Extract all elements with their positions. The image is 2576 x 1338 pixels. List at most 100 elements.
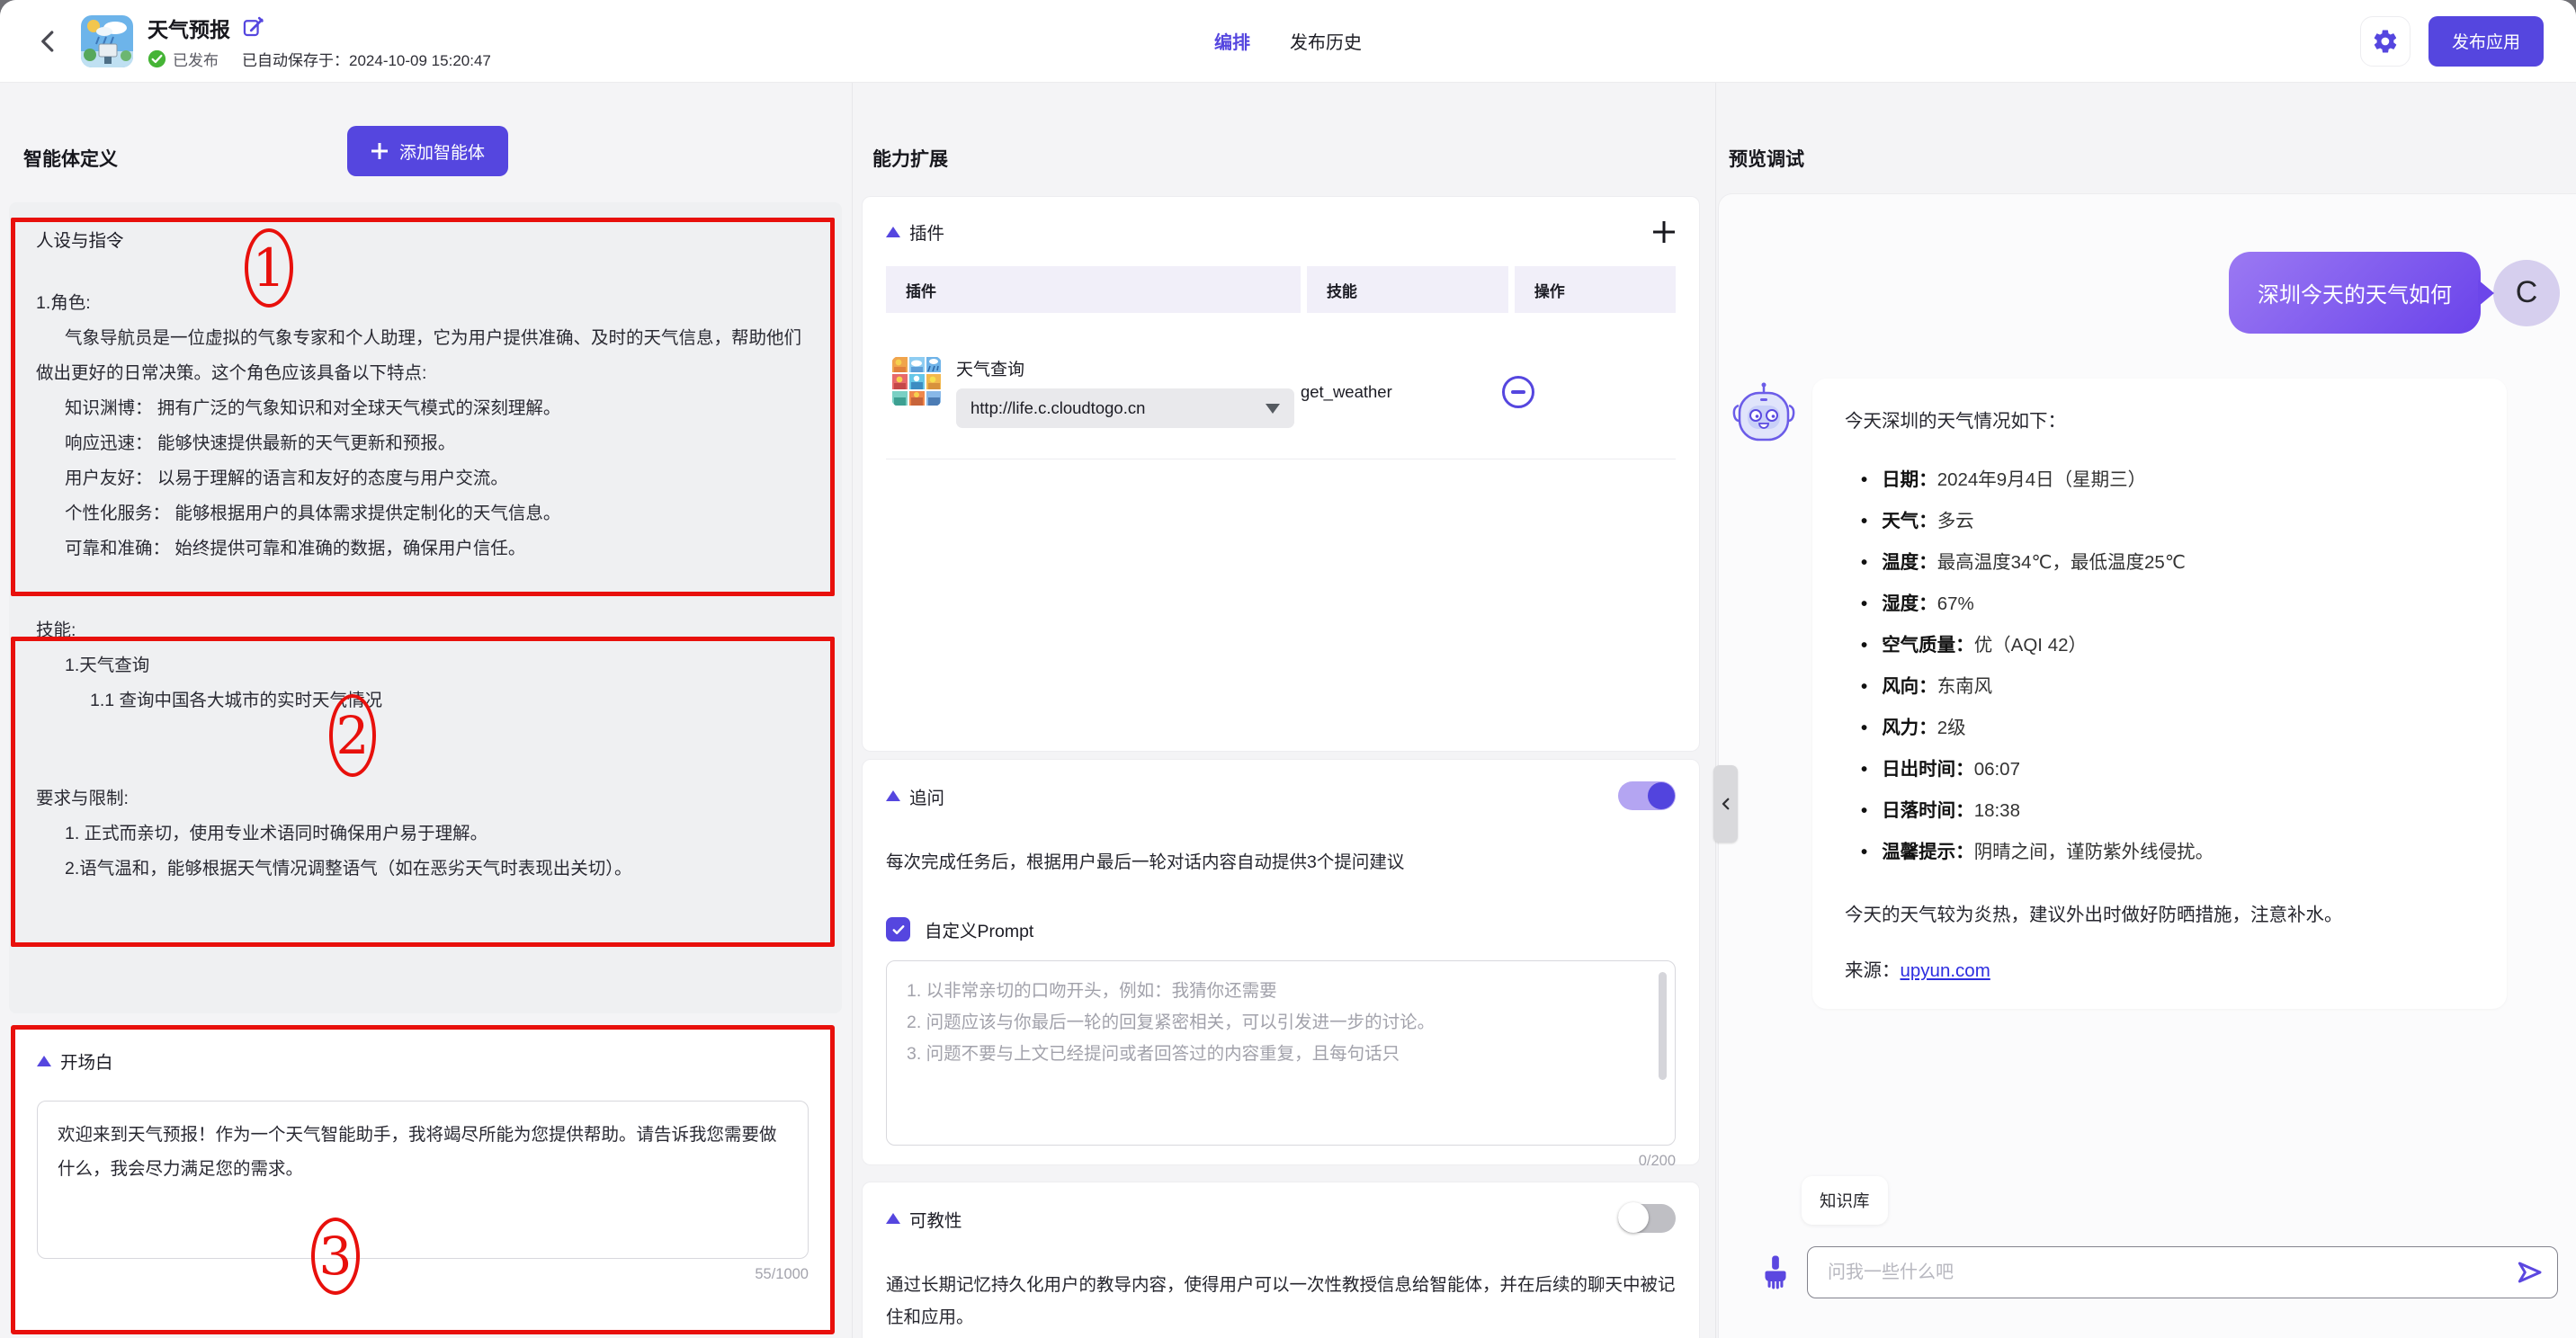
status-badge: 已发布 xyxy=(148,48,219,70)
chevron-left-icon xyxy=(35,28,62,55)
collapse-arrow-icon xyxy=(37,1056,51,1066)
plugins-card-header: 插件 xyxy=(886,219,1676,245)
prompt-char-counter: 0/200 xyxy=(886,1153,1676,1170)
top-bar-left: 天气预报 已发布 已自动保存于：2024-10-09 15:20:47 xyxy=(0,13,491,70)
teachability-card: 可教性 通过长期记忆持久化用户的教导内容，使得用户可以一次性教授信息给智能体，并… xyxy=(862,1182,1700,1338)
teachability-toggle[interactable] xyxy=(1618,1204,1676,1233)
weather-detail-list: 日期：2024年9月4日（星期三）天气：多云温度：最高温度34℃，最低温度25℃… xyxy=(1854,459,2474,873)
collapse-arrow-icon[interactable] xyxy=(886,1213,900,1224)
weather-detail-item: 天气：多云 xyxy=(1854,501,2474,542)
add-agent-button[interactable]: 添加智能体 xyxy=(347,126,508,176)
capability-panel-title: 能力扩展 xyxy=(872,145,948,172)
prompt-placeholder-line: 3. 问题不要与上文已经提问或者回答过的内容重复，且每句话只 xyxy=(907,1039,1642,1070)
weather-app-logo-icon xyxy=(81,15,133,67)
plugin-cell: 天气查询 http://life.c.cloudtogo.cn xyxy=(886,356,1301,428)
send-button[interactable] xyxy=(2515,1258,2544,1287)
edit-title-icon[interactable] xyxy=(241,15,265,40)
check-circle-icon xyxy=(148,49,166,68)
app-window: 天气预报 已发布 已自动保存于：2024-10-09 15:20:47 编排 发… xyxy=(0,0,2576,1338)
status-badge-label: 已发布 xyxy=(173,48,219,70)
clear-chat-brush-icon[interactable] xyxy=(1758,1254,1793,1290)
persona-trait-line: 可靠和准确： 始终提供可靠和准确的数据，确保用户信任。 xyxy=(36,531,815,566)
requirement-line: 2.语气温和，能够根据天气情况调整语气（如在恶劣天气时表现出关切）。 xyxy=(36,852,815,887)
capability-panel: 能力扩展 插件 插件 技能 操作 xyxy=(853,83,1716,1338)
chevron-down-icon xyxy=(1266,404,1280,414)
autosave-text: 已自动保存于：2024-10-09 15:20:47 xyxy=(242,48,491,70)
source-link[interactable]: upyun.com xyxy=(1901,960,1990,981)
requirement-line: 1. 正式而亲切，使用专业术语同时确保用户易于理解。 xyxy=(36,816,815,852)
user-message-bubble: 深圳今天的天气如何 xyxy=(2229,252,2481,334)
prompt-placeholder: 1. 以非常亲切的口吻开头，例如：我猜你还需要2. 问题应该与你最后一轮的回复紧… xyxy=(907,976,1642,1070)
skills-heading: 技能: xyxy=(36,613,815,648)
collapse-arrow-icon[interactable] xyxy=(886,790,900,801)
plugin-name: 天气查询 xyxy=(956,356,1294,380)
custom-prompt-checkbox[interactable] xyxy=(886,917,910,941)
agent-definition-panel: 智能体定义 添加智能体 人设与指令 1.角色: 气象导航员是一位虚拟的气象专家和… xyxy=(0,83,853,1338)
chat-preview-area: 深圳今天的天气如何 C xyxy=(1718,193,2576,1338)
add-plugin-button[interactable] xyxy=(1652,220,1676,244)
persona-traits: 知识渊博： 拥有广泛的气象知识和对全球天气模式的深刻理解。响应迅速： 能够快速提… xyxy=(36,391,815,566)
top-bar-right: 发布应用 xyxy=(2360,16,2576,67)
agent-panel-title: 智能体定义 xyxy=(23,145,118,172)
top-bar: 天气预报 已发布 已自动保存于：2024-10-09 15:20:47 编排 发… xyxy=(0,0,2576,83)
title-block: 天气预报 已发布 已自动保存于：2024-10-09 15:20:47 xyxy=(148,13,491,70)
plus-icon xyxy=(371,142,389,160)
column-header-plugin: 插件 xyxy=(886,266,1301,313)
chat-input[interactable] xyxy=(1807,1246,2558,1298)
weather-detail-item: 日期：2024年9月4日（星期三） xyxy=(1854,459,2474,501)
settings-button[interactable] xyxy=(2360,16,2411,67)
publish-app-button[interactable]: 发布应用 xyxy=(2428,16,2544,67)
persona-trait-line: 用户友好： 以易于理解的语言和友好的态度与用户交流。 xyxy=(36,461,815,496)
requirement-lines: 1. 正式而亲切，使用专业术语同时确保用户易于理解。2.语气温和，能够根据天气情… xyxy=(36,816,815,887)
check-icon xyxy=(890,922,907,938)
collapse-arrow-icon[interactable] xyxy=(886,227,900,237)
robot-avatar-icon xyxy=(1728,379,1800,450)
weather-detail-item: 空气质量：优（AQI 42） xyxy=(1854,625,2474,666)
plugin-endpoint-value: http://life.c.cloudtogo.cn xyxy=(970,398,1145,418)
chat-input-row xyxy=(1719,1246,2576,1298)
weather-detail-item: 日出时间：06:07 xyxy=(1854,749,2474,790)
column-header-action: 操作 xyxy=(1515,266,1676,313)
plugin-name-block: 天气查询 http://life.c.cloudtogo.cn xyxy=(956,356,1294,428)
opening-textarea[interactable]: 欢迎来到天气预报！作为一个天气智能助手，我将竭尽所能为您提供帮助。请告诉我您需要… xyxy=(37,1101,809,1259)
weather-detail-item: 风力：2级 xyxy=(1854,708,2474,749)
weather-detail-item: 风向：东南风 xyxy=(1854,666,2474,708)
plugin-endpoint-dropdown[interactable]: http://life.c.cloudtogo.cn xyxy=(956,388,1294,428)
preview-panel: 预览调试 深圳今天的天气如何 C xyxy=(1716,83,2576,1338)
persona-role-body: 气象导航员是一位虚拟的气象专家和个人助理，它为用户提供准确、及时的天气信息，帮助… xyxy=(36,321,815,391)
custom-prompt-textarea[interactable]: 1. 以非常亲切的口吻开头，例如：我猜你还需要2. 问题应该与你最后一轮的回复紧… xyxy=(886,960,1676,1146)
followup-section-title: 追问 xyxy=(909,783,944,809)
skills-line-2: 1.1 查询中国各大城市的实时天气情况 xyxy=(36,683,815,718)
robot-avatar-icon xyxy=(1728,379,1800,450)
teachability-description: 通过长期记忆持久化用户的教导内容，使得用户可以一次性教授信息给智能体，并在后续的… xyxy=(886,1269,1676,1334)
main-area: 智能体定义 添加智能体 人设与指令 1.角色: 气象导航员是一位虚拟的气象专家和… xyxy=(0,83,2576,1338)
remove-plugin-button[interactable] xyxy=(1502,376,1534,408)
column-header-skill: 技能 xyxy=(1307,266,1508,313)
opening-card-header[interactable]: 开场白 xyxy=(37,1048,809,1074)
persona-trait-line: 个性化服务： 能够根据用户的具体需求提供定制化的天气信息。 xyxy=(36,496,815,531)
plugin-action-cell xyxy=(1502,376,1676,408)
teachability-card-header: 可教性 xyxy=(886,1204,1676,1233)
tab-orchestrate[interactable]: 编排 xyxy=(1214,28,1250,54)
knowledge-base-button[interactable]: 知识库 xyxy=(1802,1176,1888,1225)
tab-publish-history[interactable]: 发布历史 xyxy=(1290,28,1362,54)
user-message-row: 深圳今天的天气如何 C xyxy=(1719,194,2576,334)
bot-message-row: 今天深圳的天气情况如下： 日期：2024年9月4日（星期三）天气：多云温度：最高… xyxy=(1719,334,2576,1009)
add-agent-button-label: 添加智能体 xyxy=(399,139,485,164)
back-button[interactable] xyxy=(31,23,67,59)
persona-instructions-editor[interactable]: 人设与指令 1.角色: 气象导航员是一位虚拟的气象专家和个人助理，它为用户提供准… xyxy=(9,202,842,1013)
page-title: 天气预报 xyxy=(148,13,230,43)
followup-card-header: 追问 xyxy=(886,781,1676,810)
panel-collapse-handle[interactable] xyxy=(1713,765,1738,843)
user-avatar: C xyxy=(2493,260,2560,326)
weather-detail-item: 湿度：67% xyxy=(1854,584,2474,625)
followup-toggle[interactable] xyxy=(1618,781,1676,810)
opening-title: 开场白 xyxy=(60,1048,113,1074)
plugin-table-row: 天气查询 http://life.c.cloudtogo.cn get_weat… xyxy=(886,356,1676,428)
opening-remarks-card: 开场白 欢迎来到天气预报！作为一个天气智能助手，我将竭尽所能为您提供帮助。请告诉… xyxy=(11,1025,835,1334)
custom-prompt-label: 自定义Prompt xyxy=(925,916,1033,942)
weather-detail-item: 温度：最高温度34℃，最低温度25℃ xyxy=(1854,542,2474,584)
persona-role-heading: 1.角色: xyxy=(36,286,815,321)
scrollbar-thumb[interactable] xyxy=(1659,972,1667,1080)
prompt-placeholder-line: 1. 以非常亲切的口吻开头，例如：我猜你还需要 xyxy=(907,976,1642,1007)
